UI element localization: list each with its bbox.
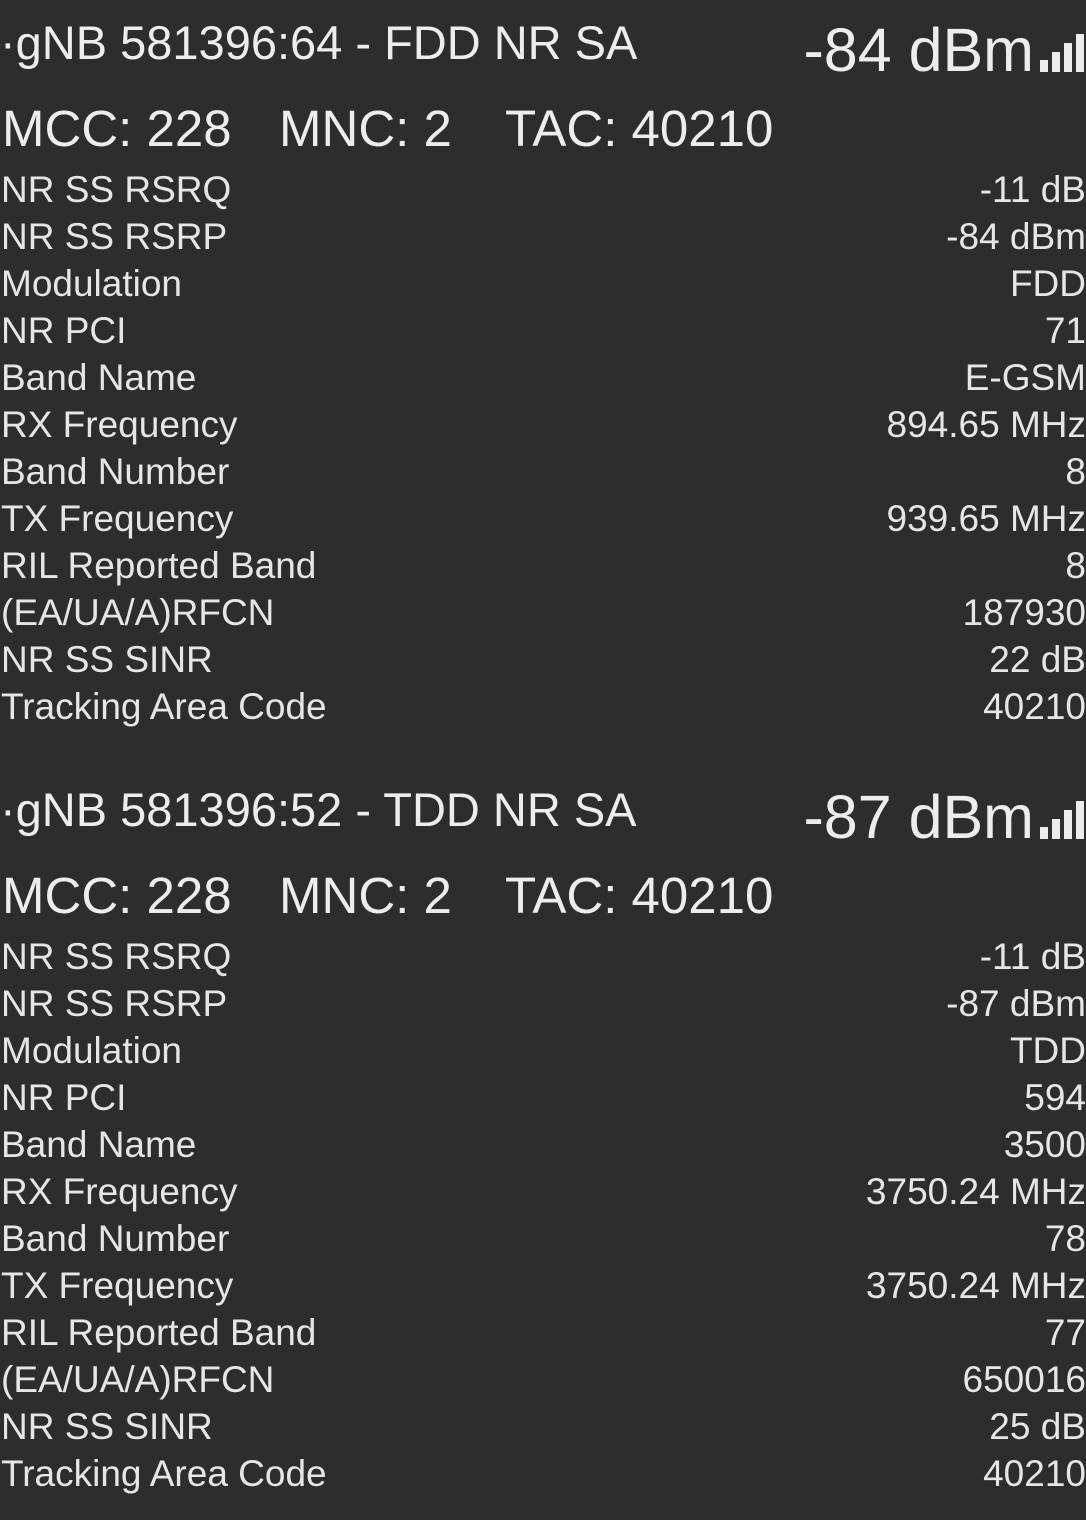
row-label: Tracking Area Code [1,1453,327,1494]
info-row-ril-band: RIL Reported Band 8 [0,542,1086,589]
signal-strength: -84 dBm [803,18,1084,82]
cell-title: ·gNB 581396:52 - TDD NR SA [0,783,637,836]
row-label: Band Name [1,357,197,398]
row-label: Band Number [1,1218,230,1259]
row-label: RX Frequency [1,404,238,445]
mcc-label: MCC: 228 [2,867,232,924]
row-value: 77 [1044,1312,1086,1353]
info-row-pci: NR PCI 71 [0,307,1086,354]
row-label: Band Name [1,1124,197,1165]
cell-header: ·gNB 581396:52 - TDD NR SA -87 dBm [0,767,1086,849]
signal-value: -87 dBm [803,783,1034,851]
row-value: 187930 [962,592,1086,633]
row-value: -84 dBm [946,216,1086,257]
info-row-band-name: Band Name 3500 [0,1121,1086,1168]
row-label: Tracking Area Code [1,686,327,727]
cell-info-list: NR SS RSRQ -11 dB NR SS RSRP -84 dBm Modul… [0,166,1086,730]
info-row-rx-frequency: RX Frequency 894.65 MHz [0,401,1086,448]
row-value: -11 dB [979,169,1086,210]
row-value: 939.65 MHz [886,498,1086,539]
info-row-band-name: Band Name E-GSM [0,354,1086,401]
row-value: 78 [1044,1218,1086,1259]
row-value: 894.65 MHz [886,404,1086,445]
info-row-tx-frequency: TX Frequency 939.65 MHz [0,495,1086,542]
row-label: NR PCI [1,1077,127,1118]
row-value: 25 dB [989,1406,1086,1447]
row-value: -11 dB [979,936,1086,977]
row-value: 650016 [962,1359,1086,1400]
row-label: NR SS RSRP [1,983,228,1024]
cell-card-1[interactable]: ·gNB 581396:64 - FDD NR SA -84 dBm MCC: … [0,0,1086,730]
info-row-tx-frequency: TX Frequency 3750.24 MHz [0,1262,1086,1309]
row-value: 40210 [983,1453,1086,1494]
row-value: FDD [1009,263,1086,304]
info-row-rsrp: NR SS RSRP -87 dBm [0,980,1086,1027]
info-row-rfcn: (EA/UA/A)RFCN 187930 [0,589,1086,636]
info-row-rfcn: (EA/UA/A)RFCN 650016 [0,1356,1086,1403]
info-row-band-number: Band Number 8 [0,448,1086,495]
tac-label: TAC: 40210 [505,100,774,157]
row-value: 71 [1044,310,1086,351]
mnc-label: MNC: 2 [279,867,452,924]
row-label: TX Frequency [1,498,234,539]
mnc-label: MNC: 2 [279,100,452,157]
info-row-modulation: Modulation TDD [0,1027,1086,1074]
signal-strength: -87 dBm [803,785,1084,849]
row-label: RX Frequency [1,1171,238,1212]
info-row-ril-band: RIL Reported Band 77 [0,1309,1086,1356]
signal-value: -84 dBm [803,16,1034,84]
row-value: 594 [1024,1077,1086,1118]
cell-identity-row: MCC: 228 MNC: 2 TAC: 40210 [0,847,1086,929]
info-row-rsrq: NR SS RSRQ -11 dB [0,933,1086,980]
row-value: TDD [1009,1030,1086,1071]
row-value: 8 [1065,545,1086,586]
row-value: -87 dBm [946,983,1086,1024]
row-label: (EA/UA/A)RFCN [1,1359,275,1400]
signal-bars-icon [1040,801,1084,839]
row-value: E-GSM [964,357,1086,398]
cell-title: ·gNB 581396:64 - FDD NR SA [0,16,638,69]
cell-info-list: NR SS RSRQ -11 dB NR SS RSRP -87 dBm Modul… [0,933,1086,1497]
row-label: RIL Reported Band [1,545,317,586]
tac-label: TAC: 40210 [505,867,774,924]
row-value: 3500 [1003,1124,1086,1165]
row-label: Band Number [1,451,230,492]
row-label: RIL Reported Band [1,1312,317,1353]
cell-identity-row: MCC: 228 MNC: 2 TAC: 40210 [0,80,1086,162]
row-label: NR PCI [1,310,127,351]
row-label: NR SS RSRQ [1,936,232,977]
row-value: 3750.24 MHz [865,1171,1086,1212]
row-label: NR SS RSRP [1,216,228,257]
cell-header: ·gNB 581396:64 - FDD NR SA -84 dBm [0,0,1086,82]
info-row-rsrp: NR SS RSRP -84 dBm [0,213,1086,260]
row-label: NR SS RSRQ [1,169,232,210]
info-row-modulation: Modulation FDD [0,260,1086,307]
mcc-label: MCC: 228 [2,100,232,157]
row-label: Modulation [1,1030,183,1071]
info-row-rx-frequency: RX Frequency 3750.24 MHz [0,1168,1086,1215]
signal-bars-icon [1040,34,1084,72]
info-row-rsrq: NR SS RSRQ -11 dB [0,166,1086,213]
cell-card-2[interactable]: ·gNB 581396:52 - TDD NR SA -87 dBm MCC: … [0,767,1086,1497]
info-row-pci: NR PCI 594 [0,1074,1086,1121]
row-label: NR SS SINR [1,1406,213,1447]
row-label: NR SS SINR [1,639,213,680]
row-value: 40210 [983,686,1086,727]
row-label: TX Frequency [1,1265,234,1306]
row-label: Modulation [1,263,183,304]
row-value: 3750.24 MHz [865,1265,1086,1306]
info-row-band-number: Band Number 78 [0,1215,1086,1262]
info-row-tac: Tracking Area Code 40210 [0,683,1086,730]
row-value: 8 [1065,451,1086,492]
info-row-sinr: NR SS SINR 22 dB [0,636,1086,683]
row-label: (EA/UA/A)RFCN [1,592,275,633]
info-row-sinr: NR SS SINR 25 dB [0,1403,1086,1450]
info-row-tac: Tracking Area Code 40210 [0,1450,1086,1497]
row-value: 22 dB [989,639,1086,680]
